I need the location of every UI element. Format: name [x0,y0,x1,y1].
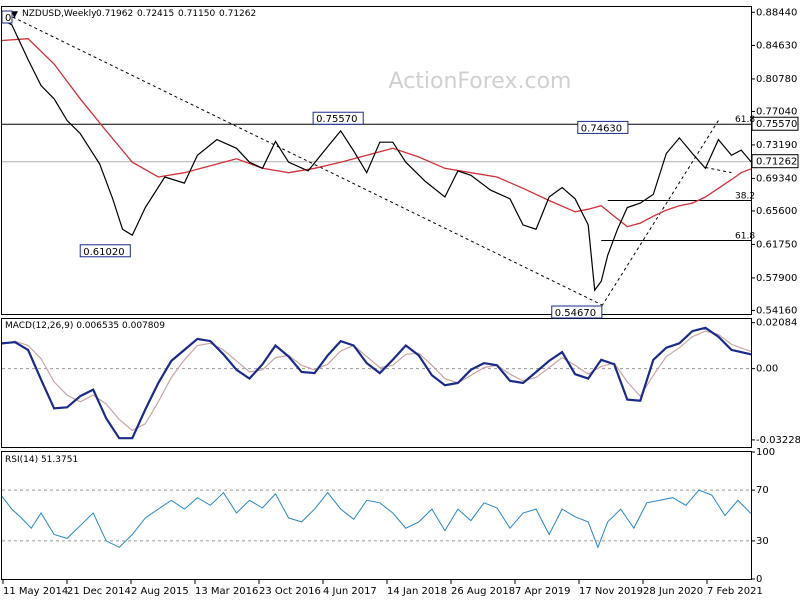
x-tick-label: 2 Aug 2015 [131,586,189,597]
fibonacci-label: 61.8 [735,115,755,125]
annotation-label: 0.74630 [581,123,622,134]
x-tick-label: 21 Dec 2014 [67,586,131,597]
y-tick-label: 0.84630 [756,40,797,51]
ohlc-open: 0.71962 [96,9,133,19]
annotation-label: 0.61020 [83,247,124,258]
ohlc-high: 0.72415 [137,9,174,19]
y-tick-label: 0.80780 [756,74,797,85]
x-tick-label: 14 Jan 2018 [387,586,447,597]
current-price-label: 0.71262 [756,157,797,168]
price-panel-title: NZDUSD,Weekly [22,9,97,19]
y-tick-label: 70 [756,485,769,496]
ohlc-close: 0.71262 [219,9,256,19]
y-tick-label: 0.61750 [756,239,797,250]
y-tick-label: 0 [756,574,762,585]
x-tick-label: 23 Oct 2016 [259,586,321,597]
level-tag-label: 0.75570 [756,119,797,130]
x-tick-label: 26 Aug 2018 [451,586,515,597]
y-tick-label: 0.54160 [756,305,797,316]
annotation-label: 0 [5,13,11,24]
y-tick-label: 0.77040 [756,106,797,117]
x-tick-label: 7 Apr 2019 [515,586,570,597]
x-tick-label: 7 Feb 2021 [707,586,763,597]
annotation-label: 0.54670 [555,308,596,319]
price-panel [1,6,752,315]
y-tick-label: 0.57900 [756,273,797,284]
rsi-panel [1,451,752,580]
y-tick-label: 0.88440 [756,7,797,18]
fibonacci-label: 38.2 [735,192,755,202]
y-tick-label: 0.02084 [756,318,797,329]
y-tick-label: 100 [756,447,775,458]
x-tick-label: 17 Nov 2019 [579,586,643,597]
macd-panel [1,318,752,448]
y-tick-label: 0.73190 [756,140,797,151]
y-tick-label: -0.032285 [756,435,800,446]
x-tick-label: 28 Jun 2020 [643,586,703,597]
rsi-panel-title: RSI(14) 51.3751 [5,455,78,465]
annotation-label: 0.75570 [316,114,357,125]
fibonacci-label: 61.8 [735,232,755,242]
x-tick-label: 4 Jun 2017 [323,586,377,597]
chart-canvas: ActionForex.com ▼ NZDUSD,Weekly 0.71962 … [0,0,800,600]
ohlc-low: 0.71150 [178,9,215,19]
x-tick-label: 13 Mar 2016 [195,586,258,597]
x-tick-label: 11 May 2014 [3,586,68,597]
watermark: ActionForex.com [389,69,572,94]
y-tick-label: 0.00 [756,364,778,375]
y-tick-label: 0.65600 [756,206,797,217]
y-tick-label: 0.69340 [756,173,797,184]
y-tick-label: 30 [756,536,769,547]
macd-panel-title: MACD(12,26,9) 0.006535 0.007809 [5,321,165,331]
